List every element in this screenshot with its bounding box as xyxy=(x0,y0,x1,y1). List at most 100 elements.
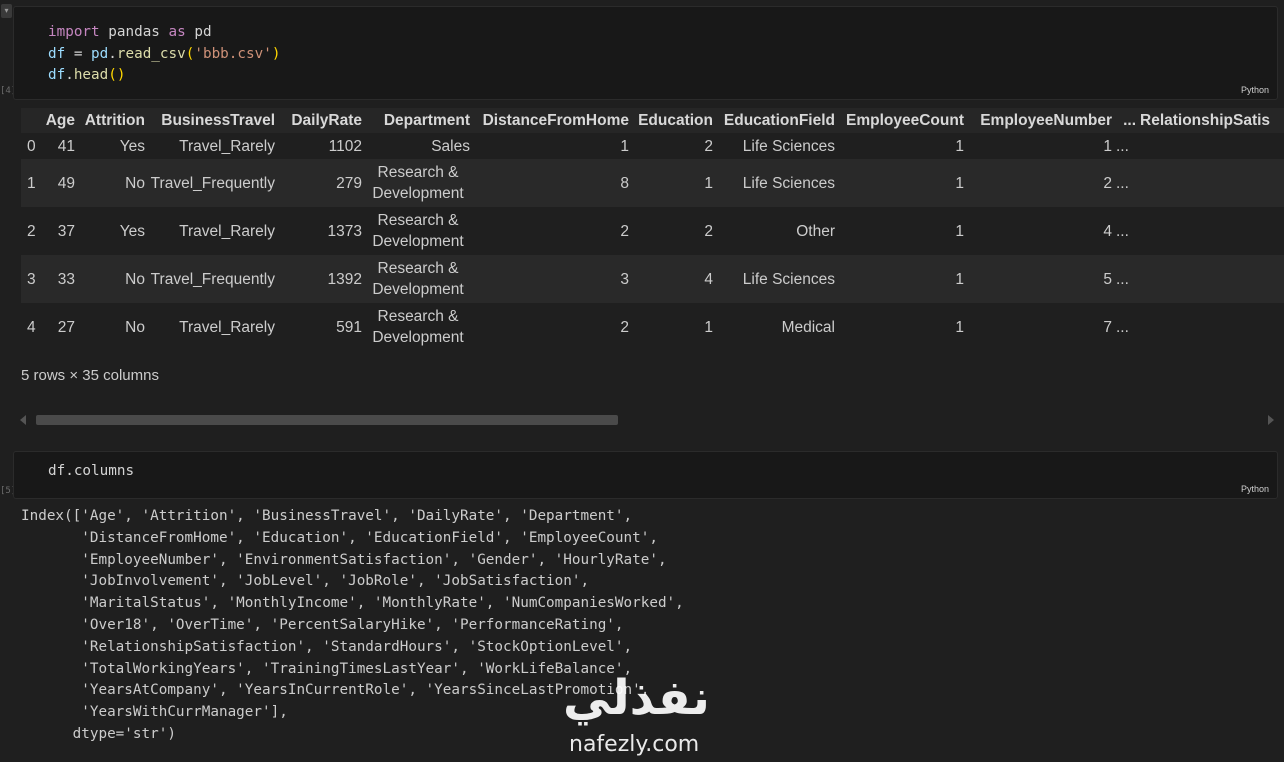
column-header: Department xyxy=(364,108,472,133)
table-cell: 5 xyxy=(966,255,1114,303)
scroll-left-arrow-icon[interactable] xyxy=(20,415,26,425)
code-line-1: import pandas as pd xyxy=(48,24,212,40)
table-cell xyxy=(1138,303,1284,350)
table-cell: 2 xyxy=(966,159,1114,207)
column-header: EmployeeNumber xyxy=(966,108,1114,133)
table-cell: 1 xyxy=(955,318,964,336)
code-cell-2[interactable]: df.columns Python xyxy=(13,451,1278,499)
output-line: 'DistanceFromHome', 'Education', 'Educat… xyxy=(21,529,658,546)
language-label[interactable]: Python xyxy=(1241,85,1269,95)
table-cell: No xyxy=(77,159,147,207)
table-cell: Travel_Rarely xyxy=(179,137,275,155)
language-label[interactable]: Python xyxy=(1241,484,1269,494)
table-cell: 27 xyxy=(57,318,75,336)
column-header: EducationField xyxy=(715,108,837,133)
table-cell: Travel_Rarely xyxy=(179,318,275,336)
row-index: 1 xyxy=(21,159,41,207)
table-cell: 1 xyxy=(837,159,966,207)
dataframe-table: Age Attrition BusinessTravel DailyRate D… xyxy=(21,108,1284,350)
table-cell: 4 xyxy=(631,255,715,303)
code-editor[interactable]: df.columns xyxy=(48,461,134,483)
column-header: ... xyxy=(1114,108,1138,133)
table-row: 3 33 No Travel_Frequently 1392 Research … xyxy=(21,255,1284,303)
table-row: 1 49 No Travel_Frequently 279 Research &… xyxy=(21,159,1284,207)
column-header: Attrition xyxy=(77,108,147,133)
column-header: DailyRate xyxy=(277,108,364,133)
table-cell: 4 xyxy=(1103,222,1112,240)
table-cell: 1 xyxy=(620,137,629,155)
table-cell: No xyxy=(125,318,145,336)
table-cell: Sales xyxy=(431,137,470,155)
table-cell: Life Sciences xyxy=(742,137,835,155)
table-cell: 2 xyxy=(620,318,629,336)
row-index: 0 xyxy=(27,137,36,155)
table-cell xyxy=(1138,133,1284,159)
table-cell: Life Sciences xyxy=(715,255,837,303)
table-cell xyxy=(1138,255,1284,303)
table-cell: Life Sciences xyxy=(715,159,837,207)
table-cell: 33 xyxy=(41,255,77,303)
output-line: 'MaritalStatus', 'MonthlyIncome', 'Month… xyxy=(21,595,684,612)
table-cell: Research & Development xyxy=(364,159,472,207)
watermark-text: nafezly.com xyxy=(569,732,700,757)
table-cell: 1 xyxy=(955,137,964,155)
table-cell: 8 xyxy=(472,159,631,207)
table-cell: No xyxy=(77,255,147,303)
code-line-2: df = pd.read_csv('bbb.csv') xyxy=(48,45,281,62)
table-cell: Research & Development xyxy=(372,212,464,250)
row-index: 2 xyxy=(27,222,36,240)
dataframe-shape-summary: 5 rows × 35 columns xyxy=(21,367,159,384)
output-line: 'YearsWithCurrManager'], xyxy=(21,704,288,721)
scrollbar-thumb[interactable] xyxy=(36,415,618,425)
output-line: dtype='str') xyxy=(21,725,176,742)
table-cell: 279 xyxy=(277,159,364,207)
header-row: Age Attrition BusinessTravel DailyRate D… xyxy=(21,108,1284,133)
code-editor[interactable]: import pandas as pd df = pd.read_csv('bb… xyxy=(48,22,280,87)
row-index: 3 xyxy=(21,255,41,303)
output-line: 'JobInvolvement', 'JobLevel', 'JobRole',… xyxy=(21,573,590,590)
table-cell: 2 xyxy=(704,137,713,155)
code-line-1: df.columns xyxy=(48,463,135,479)
table-cell: 37 xyxy=(57,222,75,240)
scroll-right-arrow-icon[interactable] xyxy=(1268,415,1274,425)
column-header: Education xyxy=(631,108,715,133)
code-line-3: df.head() xyxy=(48,67,126,83)
horizontal-scrollbar[interactable] xyxy=(18,411,1276,429)
dataframe-output: Age Attrition BusinessTravel DailyRate D… xyxy=(21,108,1284,350)
table-cell: Medical xyxy=(781,318,835,336)
table-cell: 1 xyxy=(631,159,715,207)
table-cell xyxy=(1138,159,1284,207)
table-cell: ... xyxy=(1116,137,1129,155)
table-cell: 591 xyxy=(336,318,362,336)
table-row: 0 41 Yes Travel_Rarely 1102 Sales 1 2 Li… xyxy=(21,133,1284,159)
table-row: 4 27 No Travel_Rarely 591 Research & Dev… xyxy=(21,303,1284,350)
table-cell: Yes xyxy=(119,137,145,155)
table-cell: 1392 xyxy=(277,255,364,303)
watermark-logo: نفذلي xyxy=(563,670,712,726)
code-cell-1[interactable]: import pandas as pd df = pd.read_csv('bb… xyxy=(13,6,1278,100)
table-cell: 1 xyxy=(955,222,964,240)
table-cell: Travel_Rarely xyxy=(179,222,275,240)
table-cell: 1373 xyxy=(327,222,362,240)
table-cell: 1 xyxy=(837,255,966,303)
table-cell: Other xyxy=(796,222,835,240)
output-line: Index(['Age', 'Attrition', 'BusinessTrav… xyxy=(21,508,633,524)
table-cell: 2 xyxy=(704,222,713,240)
column-header: Age xyxy=(41,108,77,133)
table-cell: ... xyxy=(1114,159,1138,207)
collapse-toggle-icon[interactable]: ▾ xyxy=(1,4,12,18)
row-index: 4 xyxy=(27,318,36,336)
table-cell: 1 xyxy=(704,318,713,336)
table-cell: Travel_Frequently xyxy=(147,255,277,303)
column-header: DistanceFromHome xyxy=(472,108,631,133)
table-row: 2 37 Yes Travel_Rarely 1373 Research & D… xyxy=(21,207,1284,255)
table-cell: Travel_Frequently xyxy=(147,159,277,207)
table-cell: 1 xyxy=(1103,137,1112,155)
output-line: 'Over18', 'OverTime', 'PercentSalaryHike… xyxy=(21,616,624,633)
table-cell: ... xyxy=(1114,255,1138,303)
table-cell: 41 xyxy=(57,137,75,155)
table-cell: 2 xyxy=(620,222,629,240)
watermark: نفذلي nafezly.com xyxy=(555,670,730,762)
table-cell: Yes xyxy=(119,222,145,240)
table-cell xyxy=(1138,207,1284,255)
